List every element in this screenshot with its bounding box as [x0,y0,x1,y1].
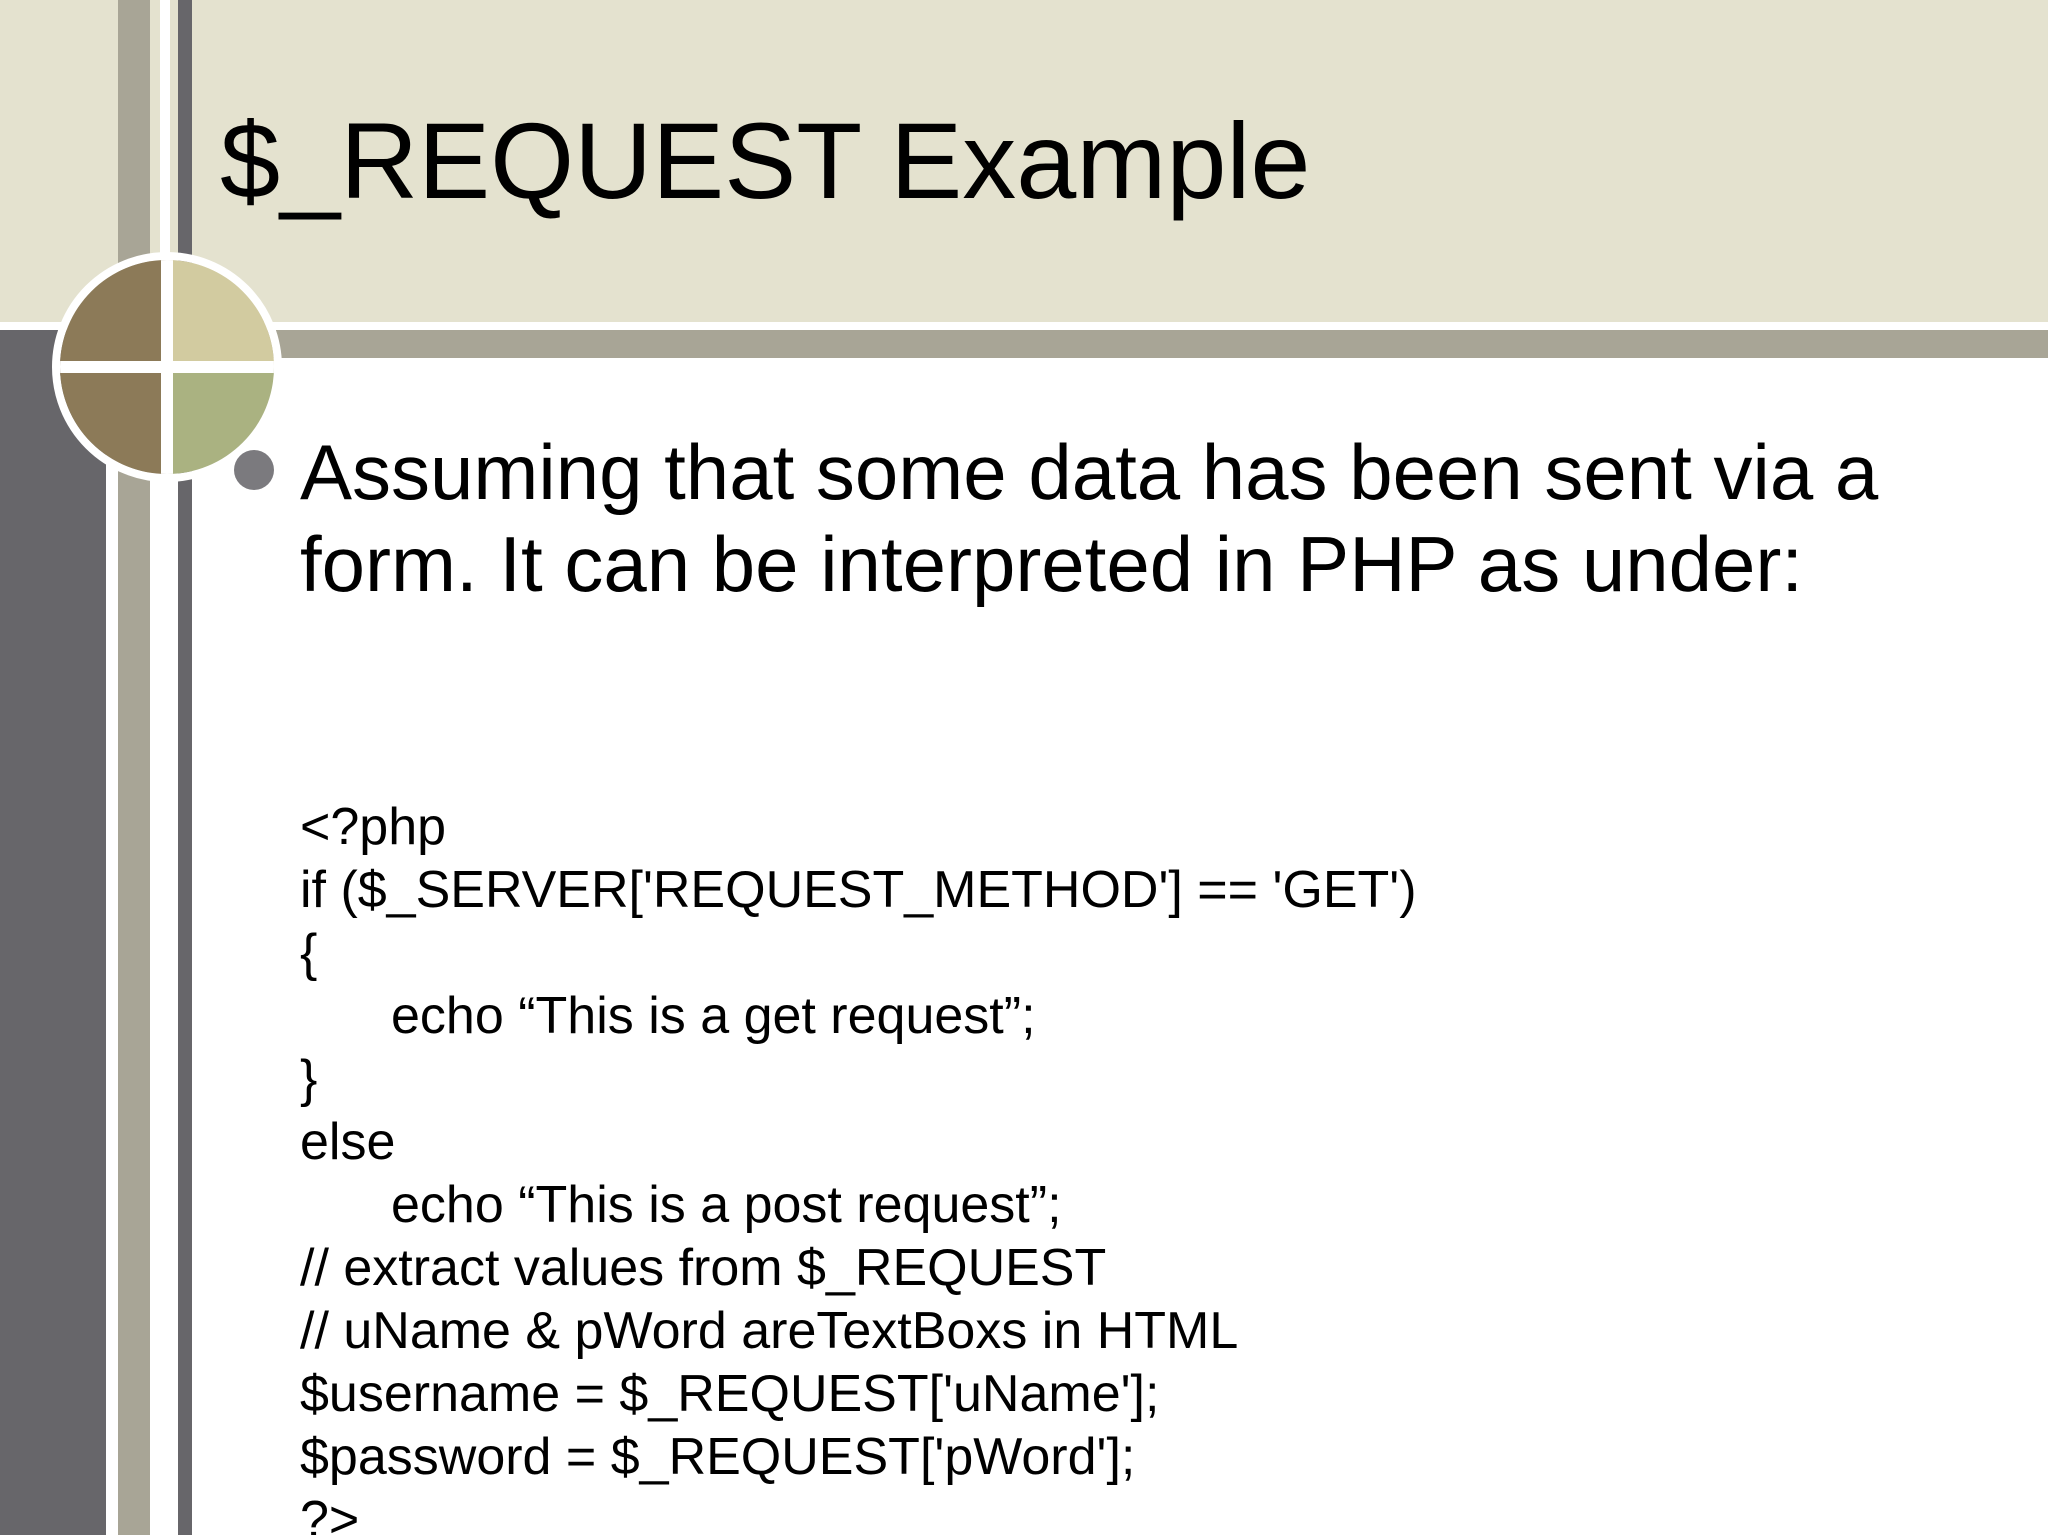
code-line: // extract values from $_REQUEST [300,1239,1107,1297]
code-line: echo “This is a get request”; [391,987,1036,1045]
code-line: if ($_SERVER['REQUEST_METHOD'] == 'GET') [300,861,1417,919]
slide-title: $_REQUEST Example [220,100,1311,221]
bullet-text: Assuming that some data has been sent vi… [300,428,1879,608]
circle-quadrant-top-right [167,260,274,367]
code-line: else [300,1113,396,1171]
code-line: $password = $_REQUEST['pWord']; [300,1428,1136,1486]
vertical-bar-light [118,0,150,1535]
header-divider [0,322,2048,330]
vertical-bar-dark [178,0,192,1535]
code-line: { [300,924,318,982]
circle-quadrant-bottom-left [60,367,167,474]
code-line: echo “This is a post request”; [391,1176,1062,1234]
header-stripe [150,330,2048,358]
circle-cross-horizontal [60,361,274,373]
vertical-bar-white [160,0,170,1535]
slide: $_REQUEST Example Assuming that some dat… [0,0,2048,1535]
code-block: <?php if ($_SERVER['REQUEST_METHOD'] == '… [300,796,1417,1535]
code-line: ?> [300,1491,360,1535]
left-sidebar-bar [0,330,106,1535]
code-line: $username = $_REQUEST['uName']; [300,1365,1160,1423]
code-line: // uName & pWord areTextBoxs in HTML [300,1302,1239,1360]
circle-bullet-icon [234,450,274,490]
circle-quadrant-top-left [60,260,167,367]
code-line: } [300,1050,318,1108]
code-line: <?php [300,798,447,856]
decorative-circle-icon [52,252,282,482]
